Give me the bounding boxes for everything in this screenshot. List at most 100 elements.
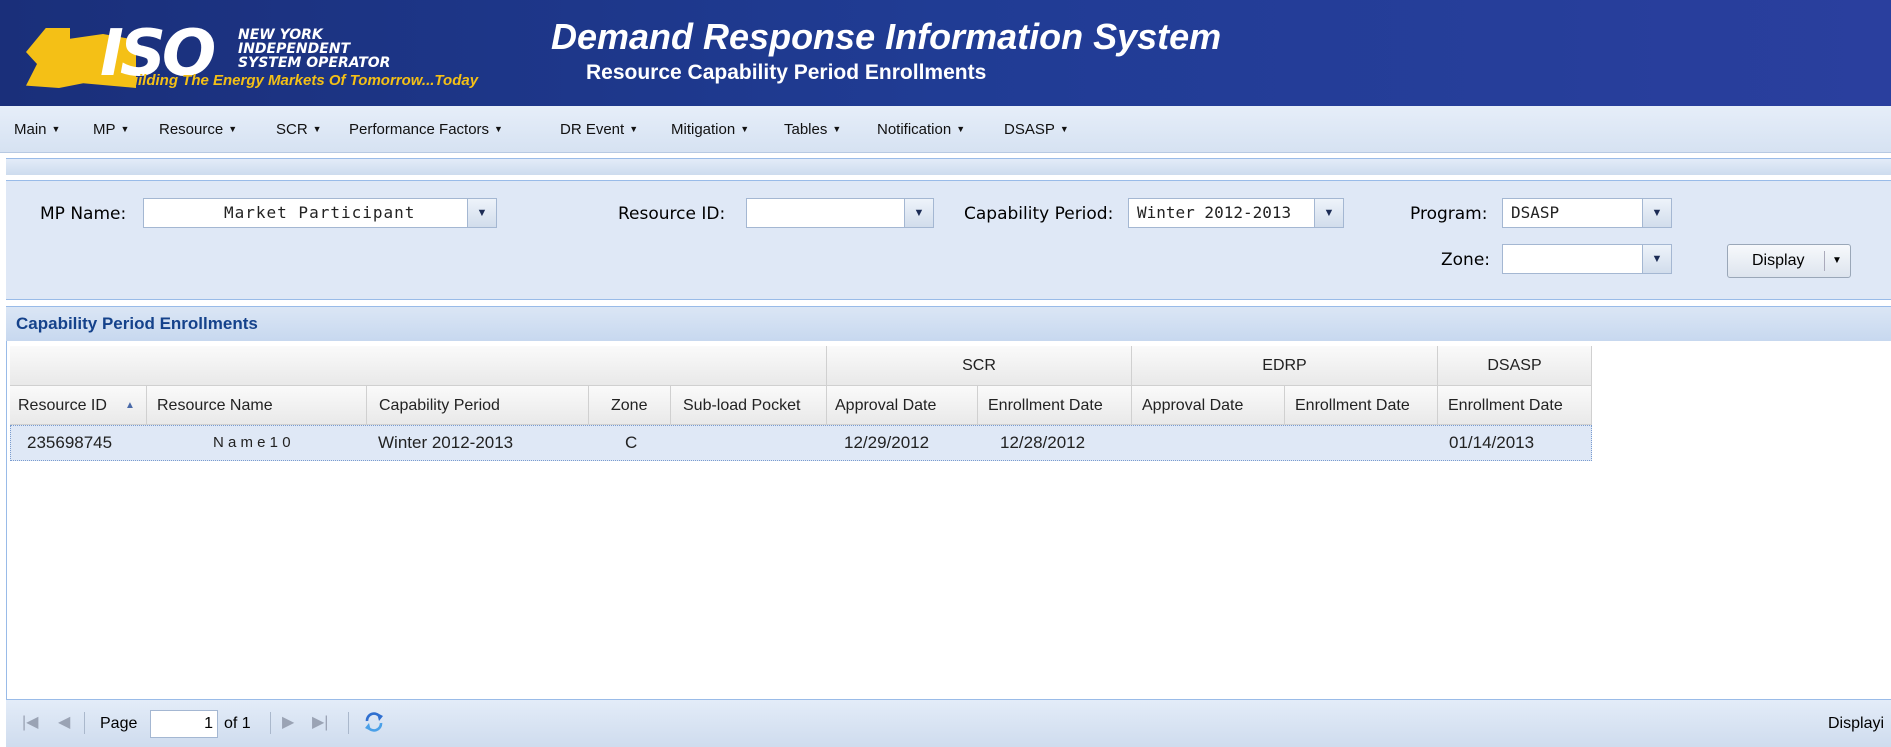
group-label: SCR [962, 357, 996, 374]
display-button-label: Display [1752, 252, 1805, 269]
page-number-input[interactable]: 1 [150, 710, 218, 738]
chevron-down-icon: ▼ [740, 124, 750, 134]
split-divider [1824, 251, 1825, 271]
menu-dr-event[interactable]: DR Event ▼ [560, 106, 638, 152]
column-label: Approval Date [835, 397, 937, 414]
menu-label: Notification [877, 121, 952, 138]
cell-scr-enrollment-date: 12/28/2012 [1000, 433, 1086, 452]
last-page-icon[interactable]: ▶| [312, 712, 328, 732]
table-row[interactable]: 235698745 N a m e 1 0 Winter 2012-2013 C… [10, 425, 1592, 461]
column-label: Resource Name [157, 397, 273, 414]
program-label: Program: [1410, 204, 1488, 224]
column-label: Resource ID [18, 397, 107, 414]
first-page-icon[interactable]: |◀ [22, 712, 38, 732]
column-label: Enrollment Date [988, 397, 1103, 414]
zone-select[interactable]: ▼ [1502, 244, 1672, 274]
column-header-edrp-enrollment-date[interactable]: Enrollment Date [1285, 386, 1438, 425]
capability-period-value: Winter 2012-2013 [1137, 203, 1292, 222]
zone-label: Zone: [1441, 250, 1491, 270]
group-label: DSASP [1487, 357, 1542, 374]
page-title: Resource Capability Period Enrollments [586, 61, 987, 84]
refresh-icon[interactable] [362, 710, 386, 734]
menu-label: Resource [159, 121, 224, 138]
column-label: Capability Period [379, 397, 500, 414]
menu-label: SCR [276, 121, 308, 138]
column-header-zone[interactable]: Zone [589, 386, 671, 425]
chevron-down-icon[interactable]: ▼ [1642, 245, 1671, 273]
chevron-down-icon: ▼ [1059, 124, 1069, 134]
menu-performance-factors[interactable]: Performance Factors ▼ [349, 106, 503, 152]
chevron-down-icon: ▼ [120, 124, 130, 134]
column-label: Sub-load Pocket [683, 397, 801, 414]
cell-zone: C [625, 433, 638, 452]
chevron-down-icon[interactable]: ▼ [904, 199, 933, 227]
resource-id-select[interactable]: ▼ [746, 198, 934, 228]
column-header-resource-id[interactable]: Resource ID ▲ [10, 386, 147, 425]
menu-resource[interactable]: Resource ▼ [159, 106, 237, 152]
chevron-down-icon[interactable]: ▼ [1314, 199, 1343, 227]
filter-panel-header [6, 158, 1891, 175]
cell-capability-period: Winter 2012-2013 [378, 433, 514, 452]
display-button[interactable]: Display ▼ [1727, 244, 1851, 278]
chevron-down-icon: ▼ [629, 124, 639, 134]
menu-label: DSASP [1004, 121, 1055, 138]
chevron-down-icon[interactable]: ▼ [1832, 245, 1842, 277]
menu-label: Mitigation [671, 121, 736, 138]
menu-tables[interactable]: Tables ▼ [784, 106, 841, 152]
chevron-down-icon[interactable]: ▼ [1642, 199, 1671, 227]
previous-page-icon[interactable]: ◀ [58, 712, 70, 732]
menu-mp[interactable]: MP ▼ [93, 106, 129, 152]
cell-scr-approval-date: 12/29/2012 [844, 433, 930, 452]
menu-main[interactable]: Main ▼ [14, 106, 60, 152]
grid-title: Capability Period Enrollments [16, 314, 258, 333]
chevron-down-icon: ▼ [312, 124, 322, 134]
main-menu-bar: Main ▼ MP ▼ Resource ▼ SCR ▼ Performance Fac… [0, 106, 1891, 153]
paging-status-text: Displayi [1828, 715, 1885, 732]
group-header-blank [10, 346, 827, 386]
column-label: Approval Date [1142, 397, 1244, 414]
chevron-down-icon: ▼ [228, 124, 238, 134]
next-page-icon[interactable]: ▶ [282, 712, 294, 732]
logo-line-1: NEW YORK [238, 27, 323, 43]
column-header-edrp-approval-date[interactable]: Approval Date [1132, 386, 1285, 425]
menu-dsasp[interactable]: DSASP ▼ [1004, 106, 1069, 152]
chevron-down-icon: ▼ [832, 124, 842, 134]
resource-id-label: Resource ID: [618, 204, 726, 224]
mp-name-select[interactable]: Market Participant ▼ [143, 198, 497, 228]
mp-name-label: MP Name: [40, 204, 127, 224]
nyiso-logo: ISO NEW YORK INDEPENDENT SYSTEM OPERATOR… [26, 22, 546, 102]
menu-label: MP [93, 121, 116, 138]
column-header-capability-period[interactable]: Capability Period [367, 386, 589, 425]
grid-title-bar: Capability Period Enrollments [6, 306, 1891, 342]
logo-line-3: SYSTEM OPERATOR [238, 55, 391, 71]
menu-notification[interactable]: Notification ▼ [877, 106, 965, 152]
column-header-dsasp-enrollment-date[interactable]: Enrollment Date [1438, 386, 1592, 425]
column-label: Enrollment Date [1295, 397, 1410, 414]
program-select[interactable]: DSASP ▼ [1502, 198, 1672, 228]
column-label: Zone [611, 397, 648, 414]
chevron-down-icon[interactable]: ▼ [467, 199, 496, 227]
capability-period-select[interactable]: Winter 2012-2013 ▼ [1128, 198, 1344, 228]
menu-label: DR Event [560, 121, 625, 138]
mp-name-value: Market Participant [224, 203, 416, 222]
program-value: DSASP [1511, 203, 1560, 222]
column-header-sub-load-pocket[interactable]: Sub-load Pocket [671, 386, 827, 425]
column-header-scr-approval-date[interactable]: Approval Date [827, 386, 978, 425]
menu-scr[interactable]: SCR ▼ [276, 106, 322, 152]
chevron-down-icon: ▼ [494, 124, 503, 134]
app-title: Demand Response Information System [551, 16, 1222, 57]
column-header-resource-name[interactable]: Resource Name [147, 386, 367, 425]
paging-toolbar: |◀ ◀ Page 1 of 1 ▶ ▶| Displayi [6, 699, 1891, 747]
menu-label: Main [14, 121, 47, 138]
page-count-label: of 1 [224, 715, 251, 732]
app-header: ISO NEW YORK INDEPENDENT SYSTEM OPERATOR… [0, 0, 1891, 106]
capability-period-label: Capability Period: [964, 204, 1114, 224]
menu-label: Tables [784, 121, 828, 138]
menu-mitigation[interactable]: Mitigation ▼ [671, 106, 749, 152]
logo-tagline: Building The Energy Markets Of Tomorrow.… [118, 72, 479, 89]
toolbar-separator [270, 712, 271, 734]
column-label: Enrollment Date [1448, 397, 1563, 414]
menu-label: Performance Factors [349, 121, 490, 138]
page-label: Page [100, 715, 138, 732]
column-header-scr-enrollment-date[interactable]: Enrollment Date [978, 386, 1132, 425]
